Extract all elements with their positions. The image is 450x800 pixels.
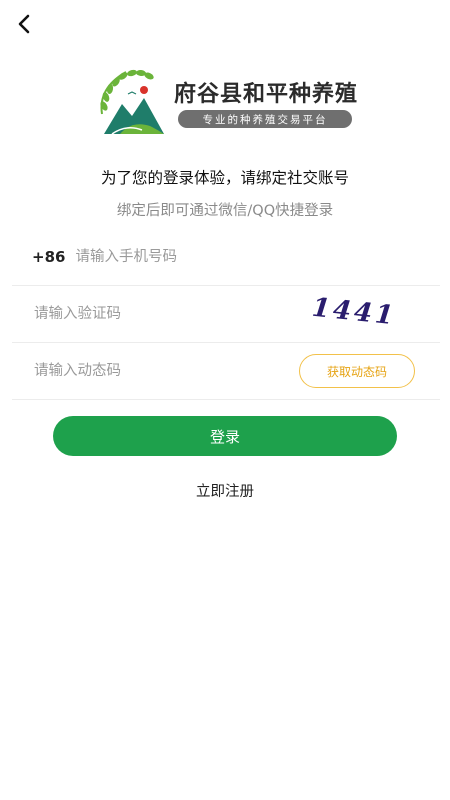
captcha-input[interactable] bbox=[32, 293, 276, 335]
sms-row: 获取动态码 bbox=[12, 343, 440, 400]
country-code-label: +86 bbox=[32, 248, 66, 266]
captcha-row: 1441 bbox=[12, 286, 440, 343]
register-link[interactable]: 立即注册 bbox=[0, 480, 450, 501]
login-button[interactable]: 登录 bbox=[53, 416, 397, 456]
brand-logo: 府谷县和平种养殖 专业的种养殖交易平台 bbox=[92, 64, 362, 142]
sms-code-input[interactable] bbox=[32, 350, 276, 392]
bind-account-headline: 为了您的登录体验，请绑定社交账号 bbox=[100, 169, 349, 187]
brand-slogan: 专业的种养殖交易平台 bbox=[178, 110, 352, 128]
phone-input[interactable] bbox=[73, 236, 378, 278]
get-sms-code-button[interactable]: 获取动态码 bbox=[299, 354, 415, 388]
bind-account-subline: 绑定后即可通过微信/QQ快捷登录 bbox=[116, 203, 334, 219]
chevron-left-icon bbox=[18, 14, 30, 34]
captcha-text: 1441 bbox=[311, 293, 398, 330]
brand-title: 府谷县和平种养殖 bbox=[174, 81, 359, 107]
captcha-image[interactable]: 1441 bbox=[308, 292, 398, 330]
back-button[interactable] bbox=[10, 10, 38, 38]
phone-row: +86 bbox=[12, 229, 440, 286]
rice-mountain-logo bbox=[100, 69, 164, 135]
